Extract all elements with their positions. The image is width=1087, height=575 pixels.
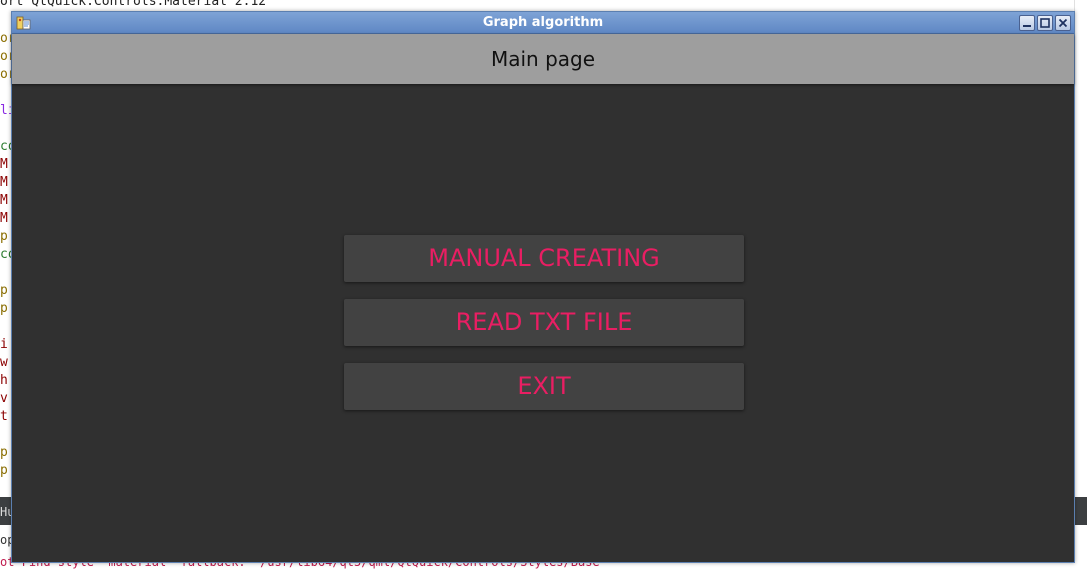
window-title: Graph algorithm bbox=[482, 15, 604, 30]
minimize-icon[interactable] bbox=[1019, 15, 1035, 31]
exit-button[interactable]: EXIT bbox=[344, 363, 744, 410]
background-code-line: ort QtQuick.Controls.Material 2.12 bbox=[0, 0, 267, 9]
window-titlebar[interactable]: Graph algorithm bbox=[12, 12, 1074, 34]
window-controls bbox=[1019, 15, 1071, 31]
app-window: Graph algorithm Main page MANUAL CREATIN… bbox=[11, 11, 1075, 563]
maximize-icon[interactable] bbox=[1037, 15, 1053, 31]
page-title: Main page bbox=[490, 47, 596, 71]
app-header-toolbar: Main page bbox=[12, 34, 1074, 84]
manual-creating-button[interactable]: MANUAL CREATING bbox=[344, 235, 744, 282]
read-txt-file-button[interactable]: READ TXT FILE bbox=[344, 299, 744, 346]
background-right-strip bbox=[1074, 0, 1087, 497]
close-icon[interactable] bbox=[1055, 15, 1071, 31]
